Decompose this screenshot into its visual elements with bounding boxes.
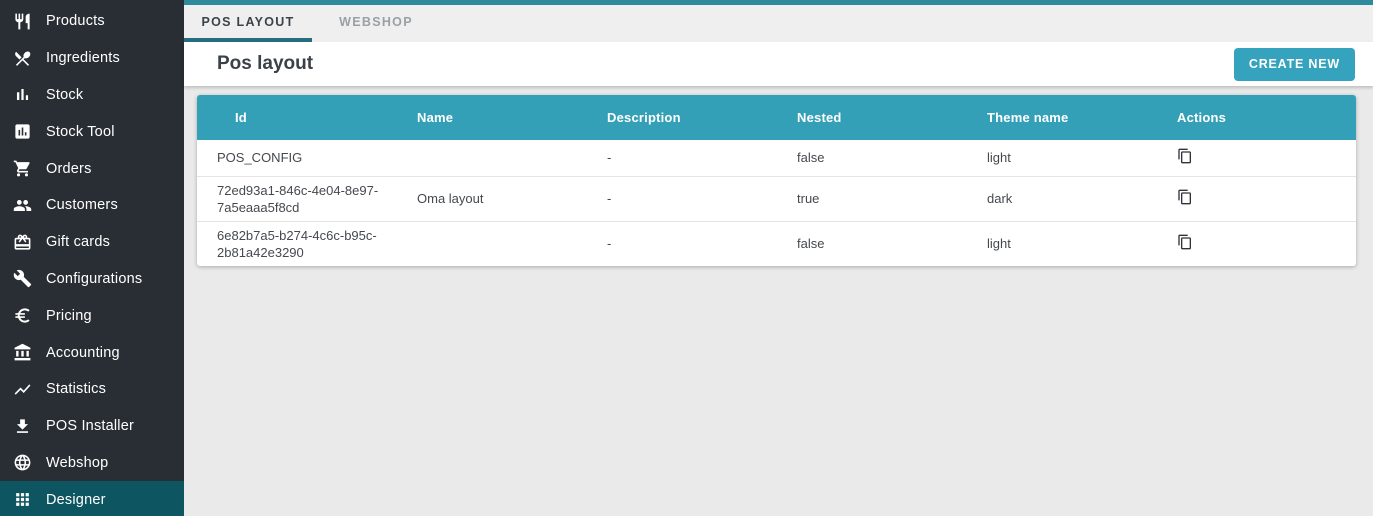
cell-actions [1157, 140, 1356, 176]
cell-nested: false [777, 221, 967, 266]
copy-icon [1177, 239, 1193, 254]
bar-chart-icon [11, 85, 33, 105]
sidebar-item-webshop[interactable]: Webshop [0, 445, 184, 482]
sidebar: Products Ingredients Stock Stock Tool Or… [0, 0, 184, 516]
sidebar-item-label: Designer [46, 492, 106, 508]
globe-icon [11, 453, 33, 473]
euro-icon [11, 306, 33, 326]
cell-description: - [587, 140, 777, 176]
cell-theme-name: dark [967, 176, 1157, 221]
gift-card-icon [11, 232, 33, 252]
sidebar-item-label: Stock [46, 87, 83, 103]
wrench-icon [11, 269, 33, 289]
sidebar-item-label: Products [46, 13, 105, 29]
sidebar-item-designer[interactable]: Designer [0, 481, 184, 516]
sidebar-item-orders[interactable]: Orders [0, 150, 184, 187]
sidebar-item-label: Statistics [46, 381, 106, 397]
line-chart-icon [11, 379, 33, 399]
sidebar-item-gift-cards[interactable]: Gift cards [0, 224, 184, 261]
cell-name [397, 221, 587, 266]
column-header-theme-name: Theme name [967, 95, 1157, 140]
sidebar-item-configurations[interactable]: Configurations [0, 261, 184, 298]
layouts-table-card: Id Name Description Nested Theme name Ac… [197, 95, 1356, 266]
table-row[interactable]: POS_CONFIG - false light [197, 140, 1356, 176]
sidebar-item-label: Accounting [46, 345, 120, 361]
cell-name [397, 140, 587, 176]
cell-description: - [587, 221, 777, 266]
copy-button[interactable] [1177, 147, 1193, 165]
table-row[interactable]: 72ed93a1-846c-4e04-8e97-7a5eaaa5f8cd Oma… [197, 176, 1356, 221]
sidebar-item-pos-installer[interactable]: POS Installer [0, 408, 184, 445]
cell-actions [1157, 176, 1356, 221]
sidebar-item-products[interactable]: Products [0, 3, 184, 40]
cell-nested: true [777, 176, 967, 221]
sidebar-item-label: POS Installer [46, 418, 134, 434]
layouts-table: Id Name Description Nested Theme name Ac… [197, 95, 1356, 266]
sidebar-item-pricing[interactable]: Pricing [0, 297, 184, 334]
sidebar-item-accounting[interactable]: Accounting [0, 334, 184, 371]
sidebar-item-ingredients[interactable]: Ingredients [0, 40, 184, 77]
sidebar-item-label: Gift cards [46, 234, 110, 250]
sidebar-item-customers[interactable]: Customers [0, 187, 184, 224]
cell-theme-name: light [967, 221, 1157, 266]
cell-description: - [587, 176, 777, 221]
tab-bar: POS LAYOUT WEBSHOP [184, 5, 1373, 42]
sidebar-item-label: Orders [46, 161, 92, 177]
sidebar-item-label: Pricing [46, 308, 92, 324]
table-header-row: Id Name Description Nested Theme name Ac… [197, 95, 1356, 140]
sidebar-item-label: Customers [46, 197, 118, 213]
sidebar-item-label: Stock Tool [46, 124, 115, 140]
sidebar-item-label: Configurations [46, 271, 142, 287]
copy-button[interactable] [1177, 233, 1193, 251]
cell-id: 6e82b7a5-b274-4c6c-b95c-2b81a42e3290 [197, 221, 397, 266]
page-header: Pos layout CREATE NEW [184, 42, 1373, 86]
sidebar-item-stock[interactable]: Stock [0, 77, 184, 114]
app-window: Products Ingredients Stock Stock Tool Or… [0, 0, 1373, 516]
main-area: POS LAYOUT WEBSHOP Pos layout CREATE NEW [184, 0, 1373, 516]
tab-webshop[interactable]: WEBSHOP [312, 5, 440, 42]
download-icon [11, 416, 33, 436]
apps-grid-icon [11, 490, 33, 510]
tab-pos-layout[interactable]: POS LAYOUT [184, 5, 312, 42]
restaurant-icon [11, 11, 33, 31]
cell-id: POS_CONFIG [197, 140, 397, 176]
copy-icon [1177, 194, 1193, 209]
column-header-actions: Actions [1157, 95, 1356, 140]
shopping-cart-icon [11, 159, 33, 179]
copy-button[interactable] [1177, 188, 1193, 206]
sidebar-item-statistics[interactable]: Statistics [0, 371, 184, 408]
tab-label: POS LAYOUT [201, 15, 294, 29]
tab-label: WEBSHOP [339, 15, 413, 29]
create-new-button[interactable]: CREATE NEW [1234, 48, 1355, 81]
sidebar-item-label: Ingredients [46, 50, 120, 66]
sidebar-item-label: Webshop [46, 455, 108, 471]
cell-name: Oma layout [397, 176, 587, 221]
copy-icon [1177, 153, 1193, 168]
sidebar-item-stock-tool[interactable]: Stock Tool [0, 113, 184, 150]
page-title: Pos layout [217, 53, 313, 75]
column-header-name: Name [397, 95, 587, 140]
content-area: Id Name Description Nested Theme name Ac… [184, 86, 1373, 516]
cell-nested: false [777, 140, 967, 176]
cell-actions [1157, 221, 1356, 266]
column-header-description: Description [587, 95, 777, 140]
people-icon [11, 195, 33, 215]
cell-id: 72ed93a1-846c-4e04-8e97-7a5eaaa5f8cd [197, 176, 397, 221]
utensils-crossed-icon [11, 48, 33, 68]
column-header-id: Id [197, 95, 397, 140]
bank-icon [11, 343, 33, 363]
cell-theme-name: light [967, 140, 1157, 176]
boxed-chart-icon [11, 122, 33, 142]
table-row[interactable]: 6e82b7a5-b274-4c6c-b95c-2b81a42e3290 - f… [197, 221, 1356, 266]
column-header-nested: Nested [777, 95, 967, 140]
